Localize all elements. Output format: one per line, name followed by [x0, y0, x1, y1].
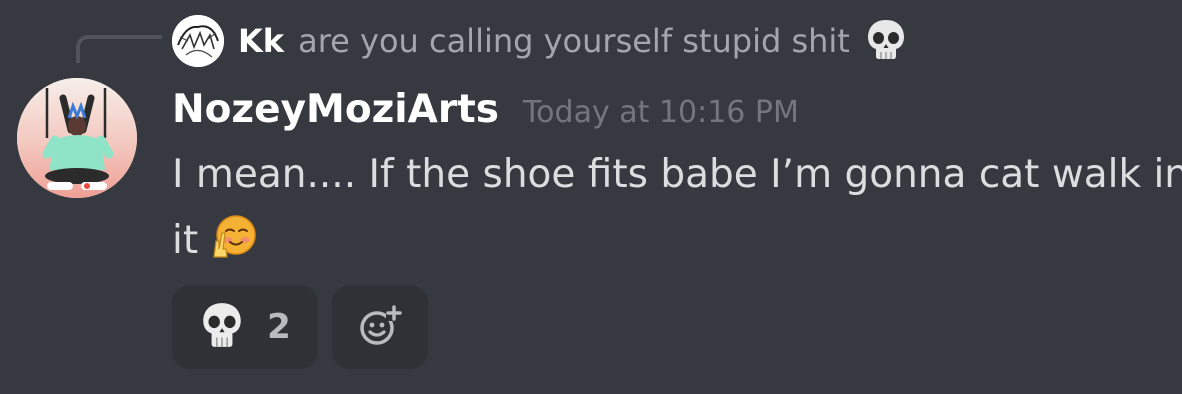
add-reaction-button[interactable]	[332, 285, 428, 369]
author-name[interactable]: NozeyMoziArts	[172, 82, 499, 138]
message-timestamp[interactable]: Today at 10:16 PM	[523, 85, 799, 141]
reply-author-name[interactable]: Kk	[238, 22, 284, 60]
message-content: I mean.... If the shoe fits babe I’m gon…	[172, 142, 1182, 274]
add-reaction-icon	[356, 301, 404, 353]
reaction-skull[interactable]: 2	[172, 285, 318, 369]
reply-spine	[76, 35, 162, 63]
message-text-line-1: I mean.... If the shoe fits babe I’m gon…	[172, 152, 1182, 197]
reply-preview[interactable]: Kk are you calling yourself stupid shit	[172, 14, 908, 68]
relieved-peace-emoji-icon	[208, 211, 258, 282]
chat-message: Kk are you calling yourself stupid shit	[0, 0, 1182, 394]
skull-emoji-icon	[199, 300, 245, 354]
skull-emoji-icon	[864, 17, 908, 65]
reactions-bar: 2	[172, 285, 428, 369]
reply-message-text[interactable]: are you calling yourself stupid shit	[298, 22, 850, 60]
reaction-count: 2	[267, 307, 291, 347]
message-text-line-2-text: it	[172, 218, 199, 263]
message-header: NozeyMoziArts Today at 10:16 PM	[172, 82, 799, 138]
message-text-line-2: it	[172, 208, 1182, 274]
author-avatar[interactable]	[17, 78, 137, 198]
reply-author-avatar[interactable]	[172, 15, 224, 67]
